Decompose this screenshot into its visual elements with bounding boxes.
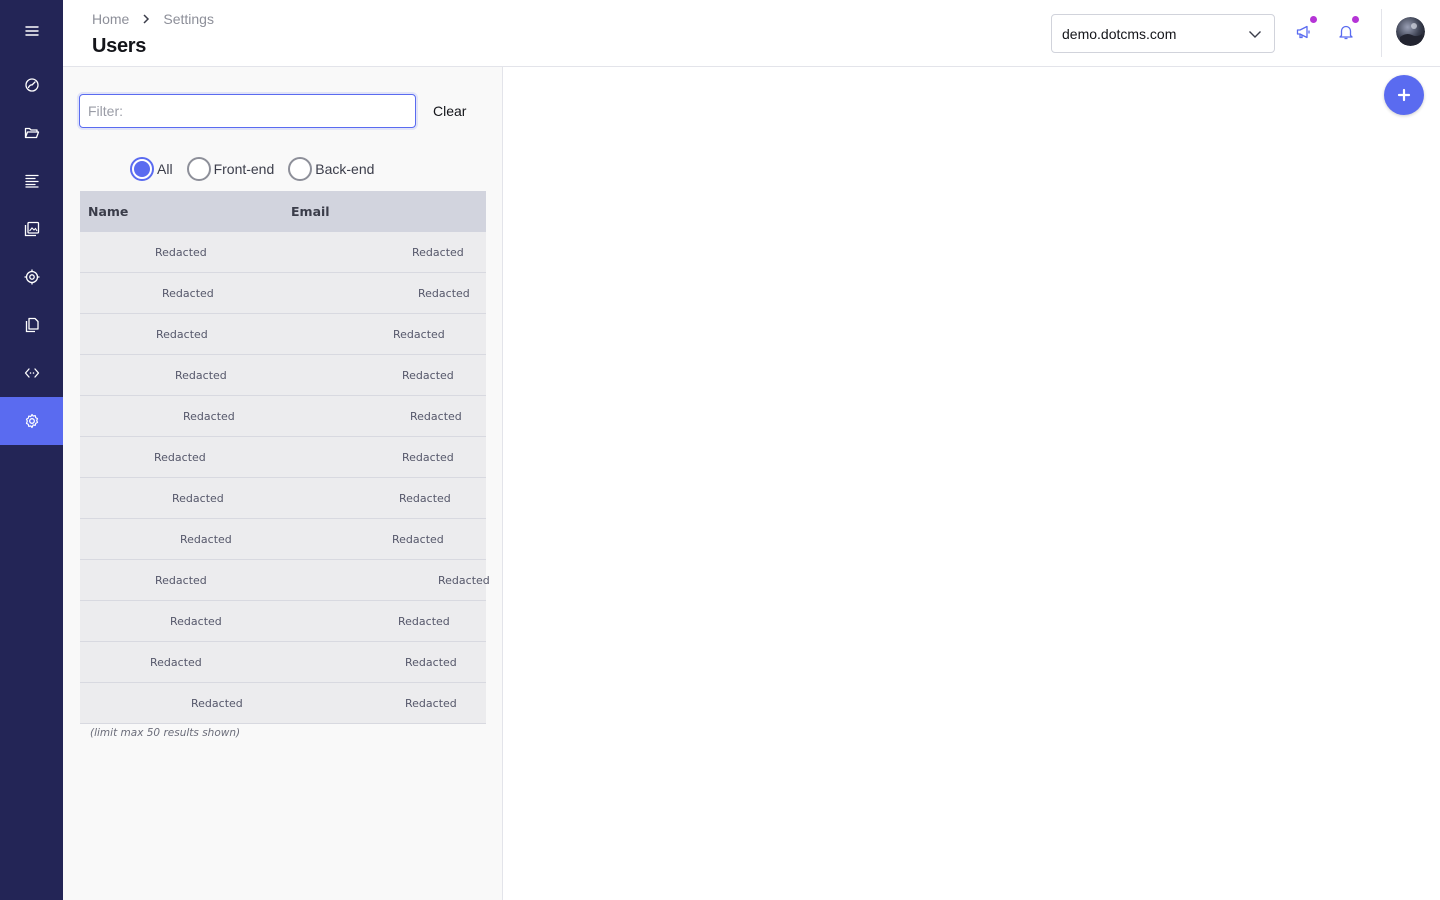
sidebar xyxy=(0,0,63,900)
add-user-button[interactable] xyxy=(1384,75,1424,115)
dev-tools-icon xyxy=(24,368,39,378)
sidebar-item-dev-tools[interactable] xyxy=(0,349,63,397)
site-selector-value: demo.dotcms.com xyxy=(1062,25,1177,42)
user-name-cell: Redacted xyxy=(175,369,227,382)
breadcrumb-current: Settings xyxy=(163,11,214,27)
user-name-cell: Redacted xyxy=(156,328,208,341)
user-email-cell: Redacted xyxy=(399,492,451,505)
users-list-panel: Clear All Front-end Back-end Name Email … xyxy=(63,67,503,900)
table-row[interactable]: Redacted Redacted xyxy=(80,232,486,273)
radio-back-end-label: Back-end xyxy=(315,161,375,177)
breadcrumb: Home Settings xyxy=(92,11,214,27)
user-email-cell: Redacted xyxy=(402,369,454,382)
settings-icon xyxy=(25,413,38,429)
page-title: Users xyxy=(92,35,147,57)
user-email-cell: Redacted xyxy=(438,574,490,587)
table-row[interactable]: Redacted Redacted xyxy=(80,355,486,396)
sidebar-item-content[interactable] xyxy=(0,157,63,205)
table-row[interactable]: Redacted Redacted xyxy=(80,560,490,601)
sidebar-item-settings[interactable] xyxy=(0,397,63,445)
table-row[interactable]: Redacted Redacted xyxy=(80,437,486,478)
site-selector-dropdown[interactable]: demo.dotcms.com xyxy=(1051,14,1275,53)
header-divider xyxy=(1381,9,1382,57)
user-name-cell: Redacted xyxy=(172,492,224,505)
sidebar-item-marketing[interactable] xyxy=(0,253,63,301)
results-limit-note: (limit max 50 results shown) xyxy=(90,727,241,739)
folder-icon xyxy=(24,127,39,139)
user-email-cell: Redacted xyxy=(410,410,462,423)
marketing-icon xyxy=(24,269,39,285)
table-row[interactable]: Redacted Redacted xyxy=(80,519,486,560)
user-name-cell: Redacted xyxy=(170,615,222,628)
user-name-cell: Redacted xyxy=(150,656,202,669)
user-email-cell: Redacted xyxy=(392,533,444,546)
user-email-cell: Redacted xyxy=(418,287,470,300)
radio-front-end-indicator[interactable] xyxy=(186,157,211,181)
user-name-cell: Redacted xyxy=(180,533,232,546)
menu-icon xyxy=(24,26,39,36)
radio-all[interactable]: All xyxy=(130,157,173,181)
user-email-cell: Redacted xyxy=(412,246,464,259)
content-icon xyxy=(24,174,39,188)
radio-front-end[interactable]: Front-end xyxy=(186,157,275,181)
dashboard-icon xyxy=(24,78,39,92)
table-row[interactable]: Redacted Redacted xyxy=(80,314,486,355)
radio-front-end-label: Front-end xyxy=(213,161,275,177)
user-name-cell: Redacted xyxy=(155,574,207,587)
notifications-badge-dot xyxy=(1352,16,1359,23)
table-row[interactable]: Redacted Redacted xyxy=(80,683,486,724)
table-row[interactable]: Redacted Redacted xyxy=(80,273,486,314)
megaphone-icon xyxy=(1296,25,1310,39)
notifications-button[interactable] xyxy=(1334,16,1359,44)
user-email-cell: Redacted xyxy=(402,451,454,464)
user-name-cell: Redacted xyxy=(154,451,206,464)
user-email-cell: Redacted xyxy=(393,328,445,341)
sidebar-item-pages[interactable] xyxy=(0,301,63,349)
user-name-cell: Redacted xyxy=(183,410,235,423)
announcements-badge-dot xyxy=(1310,16,1317,23)
column-header-name[interactable]: Name xyxy=(88,204,128,219)
user-name-cell: Redacted xyxy=(155,246,207,259)
user-email-cell: Redacted xyxy=(405,697,457,710)
top-header: Home Settings Users demo.dotcms.com xyxy=(63,0,1440,67)
table-row[interactable]: Redacted Redacted xyxy=(80,478,486,519)
sidebar-item-media[interactable] xyxy=(0,205,63,253)
clear-button[interactable]: Clear xyxy=(433,100,466,122)
radio-back-end[interactable]: Back-end xyxy=(288,157,374,181)
column-header-email[interactable]: Email xyxy=(291,204,330,219)
breadcrumb-home-link[interactable]: Home xyxy=(92,11,129,27)
user-email-cell: Redacted xyxy=(405,656,457,669)
menu-toggle-button[interactable] xyxy=(0,7,63,55)
table-header: Name Email xyxy=(80,191,486,232)
plus-icon xyxy=(1397,88,1411,102)
announcements-button[interactable] xyxy=(1292,16,1317,44)
sidebar-item-dashboard[interactable] xyxy=(0,61,63,109)
media-icon xyxy=(24,221,39,237)
sidebar-item-site-browser[interactable] xyxy=(0,109,63,157)
bell-icon xyxy=(1339,25,1353,40)
avatar[interactable] xyxy=(1396,17,1425,46)
radio-back-end-indicator[interactable] xyxy=(288,157,313,181)
radio-all-label: All xyxy=(157,161,173,177)
user-avatar-icon xyxy=(1396,17,1425,46)
filter-input[interactable] xyxy=(79,94,416,128)
user-type-radio-group: All Front-end Back-end xyxy=(130,157,388,181)
table-row[interactable]: Redacted Redacted xyxy=(80,601,486,642)
user-email-cell: Redacted xyxy=(398,615,450,628)
radio-all-indicator[interactable] xyxy=(130,157,154,181)
pages-icon xyxy=(25,317,39,333)
chevron-right-icon xyxy=(142,14,150,24)
table-row[interactable]: Redacted Redacted xyxy=(80,396,486,437)
users-table: Name Email Redacted Redacted Redacted Reda… xyxy=(80,191,490,724)
user-name-cell: Redacted xyxy=(191,697,243,710)
user-name-cell: Redacted xyxy=(162,287,214,300)
chevron-down-icon xyxy=(1248,27,1262,44)
table-row[interactable]: Redacted Redacted xyxy=(80,642,486,683)
